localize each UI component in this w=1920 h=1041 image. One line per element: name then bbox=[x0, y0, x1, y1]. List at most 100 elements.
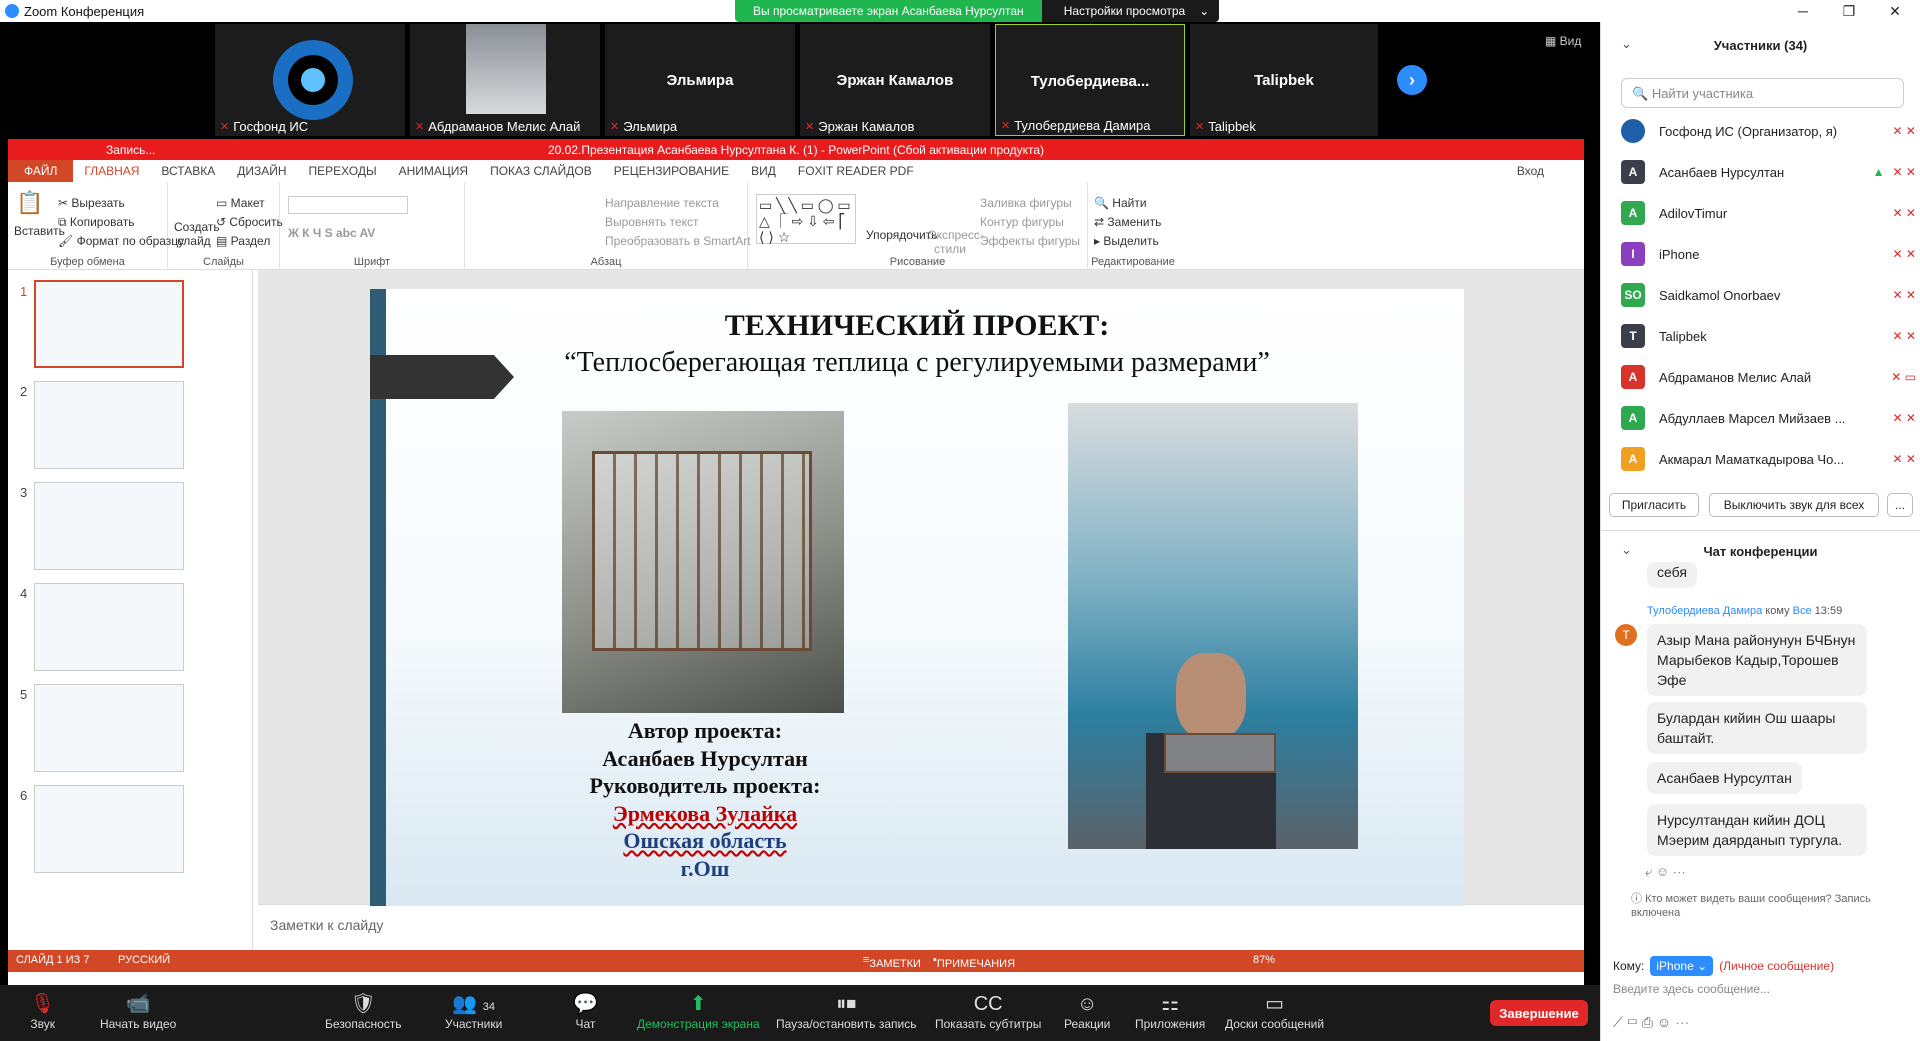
maximize-icon[interactable]: ❐ bbox=[1826, 0, 1872, 22]
participant-row[interactable]: ААбдуллаев Марсел Мийзаев ...✕ ✕ bbox=[1621, 401, 1916, 435]
window-title: Zoom Конференция bbox=[24, 4, 144, 19]
font-format-buttons[interactable]: Ж К Ч S abc AV bbox=[288, 226, 375, 240]
notes-toggle[interactable]: ≡ ЗАМЕТКИ bbox=[863, 954, 869, 966]
shape-outline-button[interactable]: Контур фигуры bbox=[980, 215, 1064, 229]
to-label: Кому: bbox=[1613, 959, 1644, 973]
thumb-number: 2 bbox=[20, 384, 27, 399]
text-direction-button[interactable]: Направление текста bbox=[605, 196, 719, 210]
participant-row[interactable]: ААбдраманов Мелис Алай✕ ▭ bbox=[1621, 360, 1916, 394]
collapse-chevron-icon[interactable]: ⌄ bbox=[1621, 542, 1632, 558]
tab-design[interactable]: ДИЗАЙН bbox=[226, 164, 297, 178]
shape-effects-button[interactable]: Эффекты фигуры bbox=[980, 234, 1080, 248]
pause-recording-button[interactable]: ⏸⏹Пауза/остановить запись bbox=[776, 991, 916, 1031]
smartart-button[interactable]: Преобразовать в SmartArt bbox=[605, 234, 751, 248]
comments-toggle[interactable]: ▪ ПРИМЕЧАНИЯ bbox=[933, 954, 937, 966]
arrange-button[interactable]: Упорядочить bbox=[866, 228, 937, 242]
format-painter-button[interactable]: 🖌 Формат по образцу bbox=[58, 234, 184, 248]
message-actions[interactable]: ⤶ ☺ ⋯ bbox=[1645, 864, 1686, 880]
reactions-button[interactable]: ☺Реакции bbox=[1064, 991, 1110, 1031]
thumb-number: 3 bbox=[20, 485, 27, 500]
start-video-button[interactable]: 📹Начать видео bbox=[100, 991, 176, 1031]
select-button[interactable]: ▸ Выделить bbox=[1094, 234, 1159, 248]
slide-thumbnail-2[interactable] bbox=[34, 381, 184, 469]
video-tile-erzhan[interactable]: Эржан Камалов ✕Эржан Камалов bbox=[800, 24, 990, 136]
participant-search-input[interactable]: 🔍 Найти участника bbox=[1621, 78, 1904, 108]
participant-row[interactable]: Госфонд ИС (Организатор, я)✕ ✕ bbox=[1621, 114, 1916, 148]
tab-file[interactable]: ФАЙЛ bbox=[8, 160, 73, 182]
view-settings-button[interactable]: Настройки просмотра⌄ bbox=[1042, 0, 1220, 22]
zoom-level[interactable]: 87% bbox=[1253, 954, 1275, 966]
end-meeting-button[interactable]: Завершение bbox=[1490, 1000, 1588, 1026]
replace-button[interactable]: ⇄ Заменить bbox=[1094, 215, 1161, 229]
invite-button[interactable]: Пригласить bbox=[1609, 493, 1699, 517]
chat-button[interactable]: 💬Чат bbox=[573, 991, 598, 1031]
audio-button[interactable]: 🎙Звук bbox=[30, 991, 55, 1031]
avatar: T bbox=[1621, 324, 1645, 348]
who-can-see-notice[interactable]: ⓘ Кто может видеть ваши сообщения? Запис… bbox=[1631, 892, 1911, 920]
video-tile-abdramanov[interactable]: ✕Абдраманов Мелис Алай bbox=[410, 24, 600, 136]
section-button[interactable]: ▤ Раздел bbox=[216, 234, 270, 248]
font-name-select[interactable] bbox=[288, 196, 408, 214]
view-button[interactable]: ▦ Вид bbox=[1545, 34, 1581, 48]
whiteboard-icon: ▭ bbox=[1225, 991, 1324, 1017]
security-button[interactable]: 🛡Безопасность bbox=[325, 991, 402, 1031]
copy-button[interactable]: ⧉ Копировать bbox=[58, 215, 135, 230]
slide-thumbnail-6[interactable] bbox=[34, 785, 184, 873]
author-label: Автор проекта: bbox=[560, 717, 850, 745]
share-banner: Вы просматриваете экран Асанбаева Нурсул… bbox=[735, 0, 1219, 22]
shapes-gallery[interactable]: ▭ ╲ ╲ ▭ ◯ ▭ △ ⎾ ⇨ ⇩ ⇦ ⎡ ⟨ ⟩ ☆ bbox=[756, 194, 856, 244]
group-label: Слайды bbox=[168, 256, 279, 268]
chat-tools[interactable]: ⟋ ▭ ⎙ ☺ ⋯ bbox=[1613, 1014, 1689, 1031]
participant-row[interactable]: AAdilovTimur✕ ✕ bbox=[1621, 196, 1916, 230]
quick-styles-button[interactable]: Экспресс-стили bbox=[928, 228, 972, 256]
participants-button[interactable]: 👥 34Участники bbox=[445, 991, 502, 1031]
slide-subheading: “Теплосберегающая теплица с регулируемым… bbox=[370, 347, 1464, 379]
chat-sender[interactable]: Тулобердиева Дамира bbox=[1647, 605, 1762, 617]
login-link[interactable]: Вход bbox=[1517, 164, 1544, 178]
mute-all-button[interactable]: Выключить звук для всех bbox=[1709, 493, 1879, 517]
tile-name: Эльмира bbox=[605, 72, 795, 89]
avatar: SO bbox=[1621, 283, 1645, 307]
layout-button[interactable]: ▭ Макет bbox=[216, 196, 265, 210]
video-tile-gosfond[interactable]: ✕Госфонд ИС bbox=[215, 24, 405, 136]
minimize-icon[interactable]: ─ bbox=[1780, 0, 1826, 22]
participant-row[interactable]: SOSaidkamol Onorbaev✕ ✕ bbox=[1621, 278, 1916, 312]
tab-transitions[interactable]: ПЕРЕХОДЫ bbox=[298, 164, 388, 178]
whiteboards-button[interactable]: ▭Доски сообщений bbox=[1225, 991, 1324, 1031]
tab-slideshow[interactable]: ПОКАЗ СЛАЙДОВ bbox=[479, 164, 603, 178]
next-page-arrow-icon[interactable]: › bbox=[1397, 65, 1427, 95]
collapse-chevron-icon[interactable]: ⌄ bbox=[1621, 36, 1632, 52]
slide-thumbnail-5[interactable] bbox=[34, 684, 184, 772]
tab-view[interactable]: ВИД bbox=[740, 164, 787, 178]
apps-button[interactable]: ⚏Приложения bbox=[1135, 991, 1205, 1031]
participant-row[interactable]: IiPhone✕ ✕ bbox=[1621, 237, 1916, 271]
slide-thumbnail-4[interactable] bbox=[34, 583, 184, 671]
share-screen-button[interactable]: ⬆Демонстрация экрана bbox=[637, 991, 760, 1031]
more-options-button[interactable]: ... bbox=[1887, 493, 1913, 517]
slide-thumbnail-3[interactable] bbox=[34, 482, 184, 570]
tab-foxit[interactable]: FOXIT READER PDF bbox=[787, 164, 925, 178]
reset-button[interactable]: ↺ Сбросить bbox=[216, 215, 283, 229]
captions-button[interactable]: CCПоказать субтитры bbox=[935, 991, 1041, 1031]
video-tile-tuloberdieva[interactable]: Тулобердиева... ✕Тулобердиева Дамира bbox=[995, 24, 1185, 136]
align-text-button[interactable]: Выровнять текст bbox=[605, 215, 698, 229]
participant-row[interactable]: TTalipbek✕ ✕ bbox=[1621, 319, 1916, 353]
participant-row[interactable]: ААсанбаев Нурсултан▲ ✕ ✕ bbox=[1621, 155, 1916, 189]
tab-insert[interactable]: ВСТАВКА bbox=[150, 164, 226, 178]
new-slide-button[interactable]: Создать слайд bbox=[174, 220, 214, 248]
participant-row[interactable]: ААкмарал Маматкадырова Чо...✕ ✕ bbox=[1621, 442, 1916, 476]
tab-review[interactable]: РЕЦЕНЗИРОВАНИЕ bbox=[603, 164, 740, 178]
recipient-select[interactable]: iPhone ⌄ bbox=[1650, 956, 1713, 976]
chat-message-input[interactable]: Введите здесь сообщение... bbox=[1613, 982, 1770, 996]
slide-thumbnail-1[interactable] bbox=[34, 280, 184, 368]
cut-button[interactable]: ✂ Вырезать bbox=[58, 196, 125, 210]
tab-animation[interactable]: АНИМАЦИЯ bbox=[388, 164, 479, 178]
close-icon[interactable]: ✕ bbox=[1872, 0, 1918, 22]
video-tile-elmira[interactable]: Эльмира ✕Эльмира bbox=[605, 24, 795, 136]
tab-home[interactable]: ГЛАВНАЯ bbox=[73, 164, 150, 178]
find-button[interactable]: 🔍 Найти bbox=[1094, 196, 1147, 210]
notes-pane[interactable]: Заметки к слайду bbox=[258, 904, 1584, 950]
video-off-icon: 📹 bbox=[100, 991, 176, 1017]
shape-fill-button[interactable]: Заливка фигуры bbox=[980, 196, 1072, 210]
video-tile-talipbek[interactable]: Talipbek ✕Talipbek bbox=[1190, 24, 1378, 136]
